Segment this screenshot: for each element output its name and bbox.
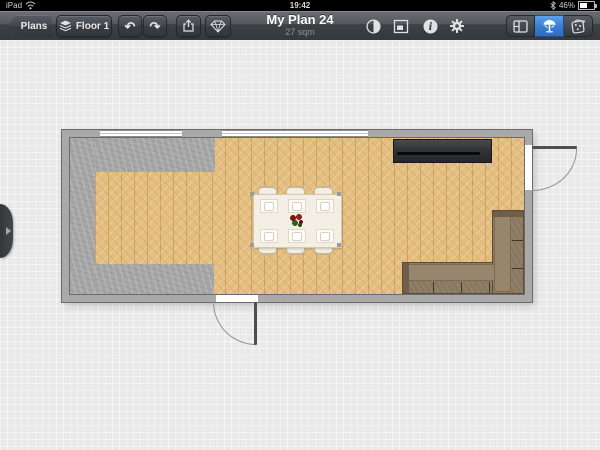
info-glyph: i — [428, 22, 432, 33]
window[interactable] — [222, 130, 368, 137]
ipad-screen: iPad 19:42 46% Plans Floor 1 ↶ ↷ My Plan… — [0, 0, 600, 450]
floor-selector-button[interactable]: Floor 1 — [56, 15, 112, 37]
view-mode-switcher — [506, 15, 593, 37]
split-view-icon — [513, 19, 528, 33]
undo-icon: ↶ — [124, 18, 136, 34]
door-opening-right — [525, 145, 532, 190]
redo-button[interactable]: ↷ — [143, 15, 167, 37]
layers-icon — [59, 20, 72, 32]
sidebar-drawer-handle[interactable] — [0, 204, 13, 258]
chevron-right-icon — [5, 227, 11, 235]
split-view-button[interactable] — [506, 15, 535, 37]
settings-button[interactable] — [448, 18, 466, 34]
dice-icon — [570, 18, 585, 34]
clock: 19:42 — [289, 1, 311, 10]
share-button[interactable] — [176, 15, 201, 37]
snapshot-button[interactable] — [392, 18, 410, 34]
share-icon — [182, 19, 194, 32]
redo-icon: ↷ — [149, 18, 161, 34]
contrast-icon — [365, 18, 381, 34]
battery-icon — [578, 1, 597, 10]
status-bar: iPad 19:42 46% — [0, 0, 600, 11]
contrast-button[interactable] — [364, 18, 382, 34]
toolbar: Plans Floor 1 ↶ ↷ My Plan 24 27 sqm i — [0, 11, 600, 41]
undo-button[interactable]: ↶ — [118, 15, 142, 37]
floor-button-label: Floor 1 — [75, 20, 110, 32]
door-swing-arc — [213, 302, 256, 345]
tree-icon — [542, 20, 556, 33]
info-button[interactable]: i — [421, 18, 439, 34]
window[interactable] — [100, 130, 182, 137]
furniture-view-button[interactable] — [564, 15, 593, 37]
plans-button-label: Plans — [20, 20, 48, 32]
door-opening-bottom — [216, 295, 258, 302]
garden-view-button[interactable] — [535, 15, 564, 37]
door-right[interactable] — [532, 146, 577, 149]
plans-back-button[interactable]: Plans — [8, 15, 52, 37]
door-swing-arc — [532, 149, 577, 191]
bluetooth-icon — [550, 1, 556, 10]
battery-percent: 46% — [558, 1, 575, 10]
info-icon: i — [423, 19, 437, 33]
room-walls[interactable] — [62, 130, 532, 302]
door-bottom[interactable] — [254, 302, 257, 345]
snapshot-icon — [393, 19, 409, 33]
plan-canvas[interactable] — [0, 40, 600, 450]
gear-icon — [450, 19, 464, 33]
